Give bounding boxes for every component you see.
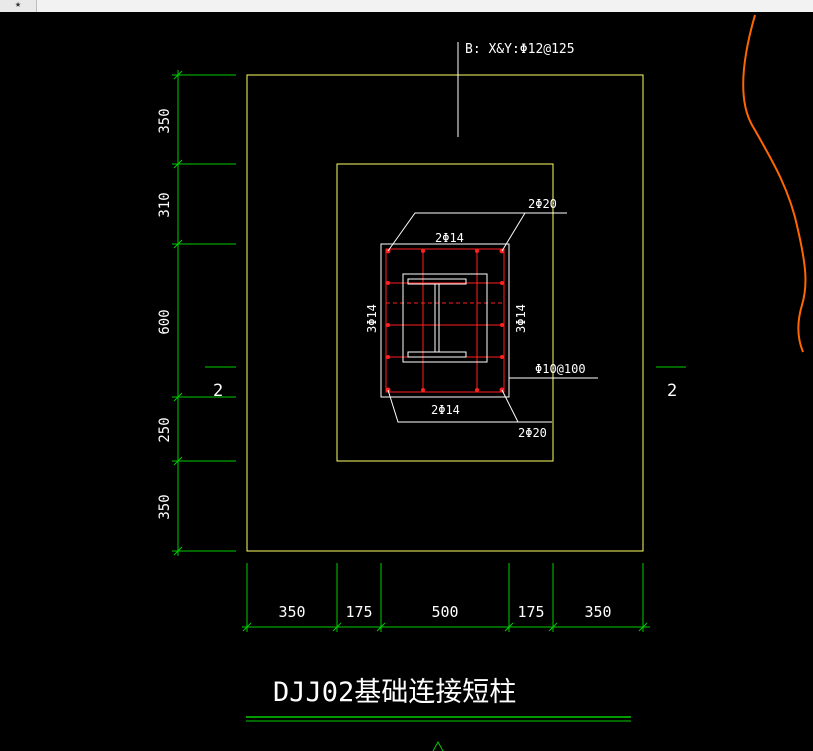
vertical-dimension-chain xyxy=(172,70,236,556)
hdim-4: 175 xyxy=(517,603,544,621)
corner-bar-top-label: 2Φ20 xyxy=(528,197,557,211)
steel-i-section xyxy=(402,273,488,363)
section-mark-right: 2 xyxy=(667,381,677,401)
side-bar-top-label: 2Φ14 xyxy=(435,231,464,245)
side-bar-bottom-label: 2Φ14 xyxy=(431,403,460,417)
vdim-4: 250 xyxy=(157,417,173,442)
corner-bar-bottom-label: 2Φ20 xyxy=(518,426,547,440)
site-boundary-curve xyxy=(742,14,807,353)
hdim-2: 175 xyxy=(345,603,372,621)
section-mark-left: 2 xyxy=(213,381,223,401)
cad-drawing-canvas[interactable]: B: X&Y:Φ12@125 2Φ20 2Φ14 2Φ14 2Φ20 Φ10@1… xyxy=(0,0,813,751)
side-bar-right-label: 3Φ14 xyxy=(514,304,528,333)
hdim-1: 350 xyxy=(278,603,305,621)
rebar-cage xyxy=(385,248,505,393)
drawing-title: DJJ02基础连接短柱 xyxy=(273,677,516,708)
hdim-3: 500 xyxy=(431,603,458,621)
column-outline xyxy=(380,243,510,398)
vdim-1: 350 xyxy=(157,108,173,133)
horizontal-dimension-chain xyxy=(242,563,650,632)
vdim-2: 310 xyxy=(157,192,173,217)
bottom-marker xyxy=(432,740,444,751)
vdim-5: 350 xyxy=(157,494,173,519)
side-bar-left-label: 3Φ14 xyxy=(365,304,379,333)
vdim-3: 600 xyxy=(157,309,173,334)
footing-rebar-label: B: X&Y:Φ12@125 xyxy=(465,42,575,57)
hdim-5: 350 xyxy=(584,603,611,621)
stirrup-label: Φ10@100 xyxy=(535,362,586,376)
footing-outline xyxy=(246,74,644,552)
